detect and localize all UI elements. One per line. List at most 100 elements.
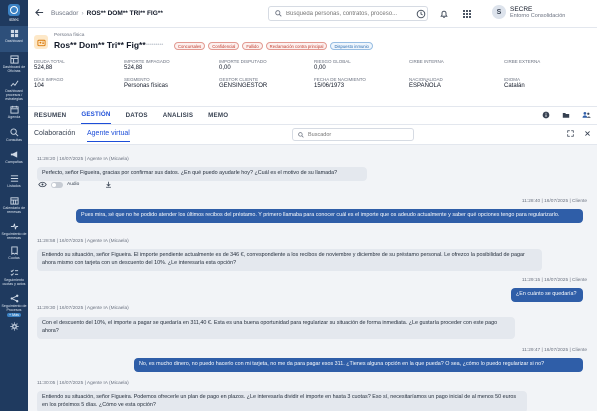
field-value: 0,00 — [219, 65, 231, 71]
field-value: 524,88 — [124, 65, 143, 71]
sidebar-item-dashboard-procesos-estrategias[interactable]: Dashboard procesos / estrategias — [0, 76, 28, 102]
breadcrumb-parent[interactable]: Buscador — [51, 10, 78, 17]
person-field: Cirbe interna — [409, 59, 504, 71]
tab-memo[interactable]: MEMO — [208, 112, 237, 124]
field-label: Cirbe interna — [409, 59, 444, 64]
message-meta: 11:28:40 | 16/07/2025 | Cliente — [521, 199, 587, 204]
download-icon[interactable] — [105, 181, 112, 188]
avatar: S — [492, 5, 506, 19]
back-arrow-icon[interactable] — [35, 8, 45, 20]
person-field: Cirbe externa — [504, 59, 594, 71]
megaphone-icon — [10, 151, 17, 158]
field-label: Idioma — [504, 77, 521, 82]
logo-text: strec — [9, 17, 19, 22]
client-message: No, es mucho dinero, no puedo hacerlo co… — [134, 358, 583, 372]
sidebar-item-label: Seguimiento cuotas y actos — [2, 278, 26, 287]
field-value: GENSINGESTOR — [219, 83, 268, 89]
chat-search-input[interactable] — [308, 131, 408, 138]
list-icon — [10, 175, 18, 182]
sidebar-item-label: Seguimiento de remesas — [1, 232, 27, 241]
status-badge: Dispuesto inmunio — [330, 42, 373, 51]
more-badge[interactable]: + Más — [7, 313, 21, 318]
audio-controls: Audio — [38, 181, 112, 188]
sidebar-item-dashboard[interactable]: Dashboard — [0, 26, 28, 52]
tab-gestion[interactable]: GESTIÓN — [81, 111, 111, 124]
expand-icon[interactable] — [567, 130, 574, 137]
sidebar-item-seguimiento-de-remesas[interactable]: Seguimiento de remesas — [0, 219, 28, 243]
user-menu[interactable]: S SECRE Entorno Consolidación ▾ — [492, 5, 565, 19]
field-label: Segmento — [124, 77, 150, 82]
calendar-grid-icon — [9, 197, 19, 205]
person-header-card: Persona física Ros** Dom** Tri** Fig** •… — [28, 28, 597, 107]
person-field: Riesgo global 0,00 — [314, 59, 409, 71]
message-meta: 11:29:30 | 16/07/2025 | Agente IA (Micae… — [37, 306, 129, 311]
audio-toggle[interactable] — [51, 181, 63, 188]
field-value: 104 — [34, 83, 45, 89]
sidebar-item-agenda[interactable]: Agenda — [0, 102, 28, 125]
client-message: ¿En cuánto se quedaría? — [511, 288, 583, 302]
subtab-agente-virtual[interactable]: Agente virtual — [87, 130, 130, 142]
field-value: 15/06/1973 — [314, 83, 345, 89]
eye-icon[interactable] — [38, 181, 47, 188]
field-label: Gestor cliente — [219, 77, 259, 82]
status-badge: Concursales — [174, 42, 206, 51]
user-name: SECRE — [510, 5, 533, 13]
info-icon[interactable] — [542, 111, 550, 119]
chat-search[interactable] — [292, 128, 414, 141]
sidebar-item-consultas[interactable]: Consultas — [0, 125, 28, 147]
global-search[interactable] — [268, 6, 428, 21]
process-dashboard-icon — [10, 80, 18, 87]
history-icon[interactable] — [416, 9, 426, 19]
sidebar-item-settings[interactable] — [0, 319, 28, 341]
sidebar: strec Dashboard Dashboard de Oficinas Dash… — [0, 0, 28, 411]
receipt-icon — [10, 246, 18, 255]
people-icon[interactable] — [582, 111, 591, 119]
chat-transcript[interactable]: 11:28:20 | 16/07/2025 | Agente IA (Micae… — [28, 145, 597, 411]
field-value: 524,88 — [34, 65, 53, 71]
sidebar-item-seguimiento-cuotas-y-actos[interactable]: Seguimiento cuotas y actos — [0, 265, 28, 291]
sidebar-item-label: Dashboard procesos / estrategias — [5, 89, 23, 102]
agent-message: Entiendo su situación, señor Figueira. E… — [37, 249, 542, 271]
folder-icon[interactable] — [562, 111, 570, 119]
message-meta: 11:29:47 | 16/07/2025 | Cliente — [521, 348, 587, 353]
search-icon — [298, 131, 304, 138]
tab-resumen[interactable]: RESUMEN — [34, 112, 75, 124]
calendar-icon — [9, 105, 19, 114]
sidebar-item-calendario-de-remesas[interactable]: Calendario de remesas — [0, 193, 28, 219]
main-tabs: RESUMEN GESTIÓN DATOS ANALISIS MEMO — [28, 107, 597, 125]
logo-icon — [8, 4, 20, 16]
search-icon — [275, 10, 282, 17]
field-label: Importe disputado — [219, 59, 267, 64]
checklist-icon — [10, 269, 18, 276]
sidebar-item-cuotas[interactable]: Cuotas — [0, 243, 28, 265]
person-tags: Concursales Confidencial Fallido Reclamació… — [174, 42, 373, 51]
global-search-input[interactable] — [286, 10, 421, 17]
sidebar-item-label: Agenda — [7, 115, 21, 119]
field-value: ESPAÑOLA — [409, 83, 441, 89]
message-meta: 11:30:05 | 16/07/2025 | Agente IA (Micae… — [37, 381, 129, 386]
field-value: 0,00 — [314, 65, 326, 71]
sidebar-item-listados[interactable]: Listados — [0, 171, 28, 193]
message-meta: 11:28:20 | 16/07/2025 | Agente IA (Micae… — [37, 157, 129, 162]
top-bar: Buscador › ROS** DOM** TRI** FIG** S SEC… — [28, 0, 597, 28]
app-logo[interactable]: strec — [0, 0, 28, 26]
audio-label: Audio — [67, 182, 80, 187]
sidebar-item-seguimiento-de-procesos[interactable]: Seguimiento de Procesos + Más — [0, 291, 28, 319]
sidebar-item-label: Campañas — [5, 160, 23, 164]
tab-analisis[interactable]: ANALISIS — [163, 112, 202, 124]
sidebar-item-label: Seguimiento de Procesos — [1, 304, 27, 313]
bell-icon[interactable] — [439, 9, 449, 19]
search-icon — [9, 128, 18, 137]
person-field: Idioma Catalán — [504, 77, 594, 89]
tab-datos[interactable]: DATOS — [126, 112, 157, 124]
status-badge: Fallido — [242, 42, 263, 51]
sidebar-item-campa-as[interactable]: Campañas — [0, 147, 28, 171]
close-icon[interactable] — [584, 130, 591, 137]
person-type: Persona física — [54, 33, 85, 38]
sidebar-item-label: Cuotas — [8, 256, 20, 260]
apps-grid-icon[interactable] — [462, 9, 472, 19]
subtab-colaboracion[interactable]: Colaboración — [34, 130, 75, 137]
message-meta: 11:28:58 | 16/07/2025 | Agente IA (Micae… — [37, 239, 129, 244]
sidebar-item-dashboard-de-oficinas[interactable]: Dashboard de Oficinas — [0, 52, 28, 76]
field-value: Catalán — [504, 83, 525, 89]
